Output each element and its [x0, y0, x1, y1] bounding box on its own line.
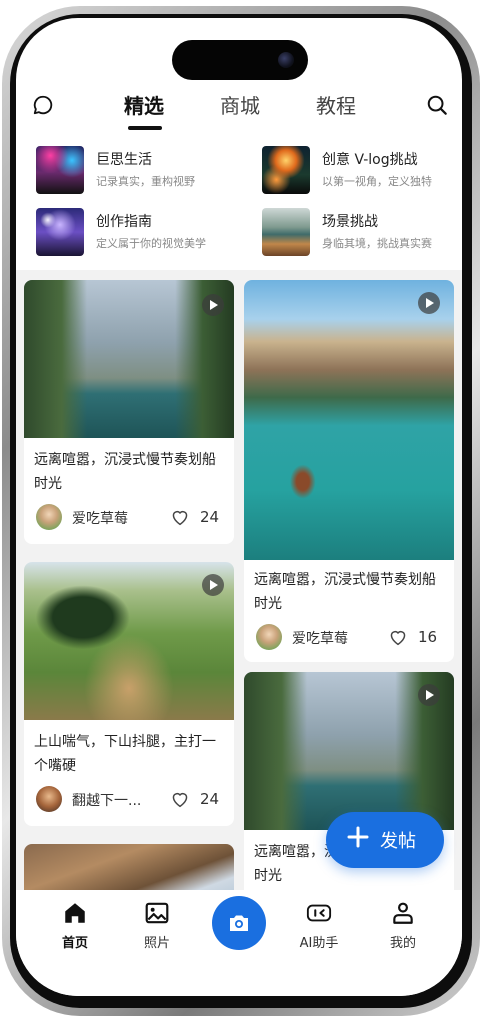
- tab-mall[interactable]: 商城: [220, 90, 260, 119]
- post-button-label: 发帖: [380, 831, 416, 852]
- post-card[interactable]: 上山喘气，下山抖腿，主打一个嘴硬 翻越下一... 24: [24, 562, 234, 826]
- nav-ai-assistant[interactable]: AI助手: [284, 900, 354, 951]
- category-item-life[interactable]: 巨思生活 记录真实，重构视野: [36, 146, 236, 196]
- profile-icon: [393, 902, 413, 924]
- active-tab-indicator: [128, 126, 162, 130]
- post-image-lake-rowing: [244, 280, 454, 560]
- avatar[interactable]: [36, 504, 62, 530]
- category-thumbnail: [262, 146, 310, 194]
- post-title: 上山喘气，下山抖腿，主打一个嘴硬: [34, 734, 216, 774]
- plus-icon: [347, 826, 369, 848]
- like-count: 16: [418, 628, 438, 646]
- chat-bubble-icon[interactable]: [32, 94, 54, 116]
- nav-ai-assistant-label: AI助手: [299, 936, 339, 951]
- post-card[interactable]: [24, 844, 234, 890]
- avatar[interactable]: [256, 624, 282, 650]
- category-title: 巨思生活: [96, 152, 152, 168]
- category-subtitle: 身临其境，挑战真实赛: [322, 237, 432, 250]
- category-thumbnail: [36, 208, 84, 256]
- camera-button[interactable]: [212, 896, 266, 950]
- nav-profile[interactable]: 我的: [368, 900, 438, 951]
- category-item-vlog-challenge[interactable]: 创意 V-log挑战 以第一视角，定义独特: [262, 146, 462, 196]
- post-author[interactable]: 爱吃草莓: [72, 508, 128, 528]
- home-icon: [65, 903, 85, 923]
- ai-assistant-icon: [306, 904, 332, 922]
- category-title: 创作指南: [96, 214, 152, 230]
- category-subtitle: 以第一视角，定义独特: [322, 175, 432, 188]
- app-screen: 精选 商城 教程 巨思生活 记录真实，重构视野 创意 V-log挑战 以第一视角…: [16, 18, 462, 996]
- search-icon[interactable]: [426, 94, 448, 116]
- post-image-climbing: [24, 844, 234, 890]
- nav-home[interactable]: 首页: [40, 900, 110, 951]
- category-subtitle: 定义属于你的视觉美学: [96, 237, 206, 250]
- post-card[interactable]: 远离喧嚣，沉浸式慢节奏划船时光 爱吃草莓 24: [24, 280, 234, 544]
- nav-photos[interactable]: 照片: [122, 900, 192, 951]
- heart-icon[interactable]: [170, 790, 190, 808]
- video-play-icon: [418, 292, 440, 314]
- nav-home-label: 首页: [61, 936, 88, 951]
- post-card[interactable]: 远离喧嚣，沉浸式慢节奏划船时光 爱吃草莓 16: [244, 280, 454, 662]
- camera-icon: [230, 915, 248, 931]
- video-play-icon: [202, 294, 224, 316]
- top-navigation: 精选 商城 教程: [16, 82, 462, 134]
- video-play-icon: [418, 684, 440, 706]
- category-item-guide[interactable]: 创作指南 定义属于你的视觉美学: [36, 208, 236, 258]
- image-icon: [145, 902, 169, 924]
- post-title: 远离喧嚣，沉浸式慢节奏划船时光: [254, 572, 436, 612]
- tab-featured[interactable]: 精选: [124, 90, 164, 119]
- heart-icon[interactable]: [170, 508, 190, 526]
- post-title: 远离喧嚣，沉浸式慢节奏划船时光: [34, 452, 216, 492]
- heart-icon[interactable]: [388, 628, 408, 646]
- video-play-icon: [202, 574, 224, 596]
- tab-tutorial[interactable]: 教程: [316, 90, 356, 119]
- like-count: 24: [200, 508, 220, 526]
- avatar[interactable]: [36, 786, 62, 812]
- post-author[interactable]: 翻越下一...: [72, 790, 141, 810]
- nav-photos-label: 照片: [143, 936, 170, 951]
- category-thumbnail: [262, 208, 310, 256]
- category-subtitle: 记录真实，重构视野: [96, 175, 195, 188]
- front-camera-icon: [278, 52, 294, 68]
- category-item-scene-challenge[interactable]: 场景挑战 身临其境，挑战真实赛: [262, 208, 462, 258]
- nav-profile-label: 我的: [389, 936, 416, 951]
- like-count: 24: [200, 790, 220, 808]
- dynamic-island: [172, 40, 308, 80]
- category-title: 场景挑战: [322, 214, 378, 230]
- content-feed[interactable]: 远离喧嚣，沉浸式慢节奏划船时光 爱吃草莓 24 上山喘气，下山抖腿，主打一个嘴硬…: [16, 270, 462, 890]
- category-title: 创意 V-log挑战: [322, 152, 418, 168]
- post-author[interactable]: 爱吃草莓: [292, 628, 348, 648]
- post-button[interactable]: 发帖: [326, 812, 444, 868]
- category-thumbnail: [36, 146, 84, 194]
- bottom-navigation: 首页 照片 AI助手 我的: [16, 890, 462, 996]
